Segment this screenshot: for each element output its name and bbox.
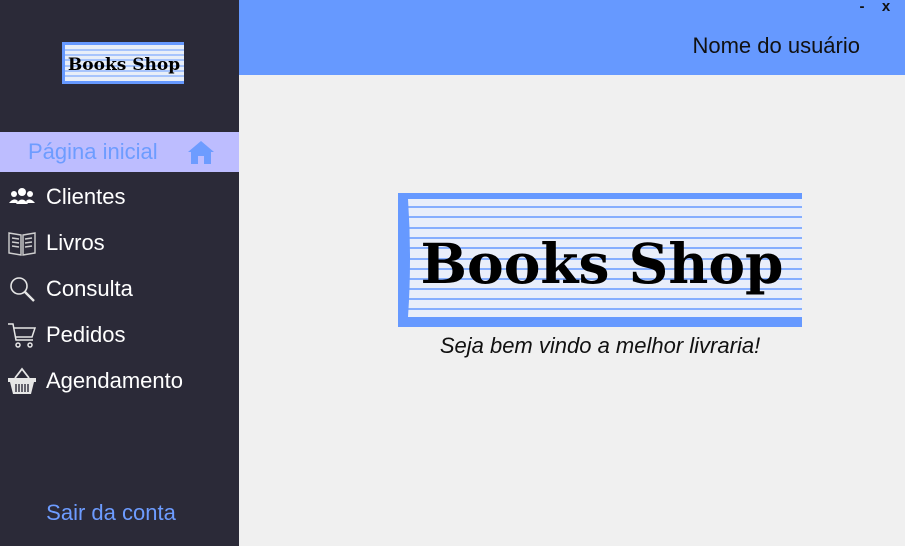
sidebar-item-label: Pedidos [46,322,126,347]
sidebar: Books Shop Página inicial Clientes Livro… [0,0,239,546]
home-icon [186,137,216,167]
cart-icon [7,320,37,350]
sidebar-item-pedidos[interactable]: Pedidos [0,315,239,355]
search-icon [7,274,37,304]
basket-icon [7,366,37,396]
app-logo-large: Books Shop [398,193,802,327]
sidebar-item-label: Livros [46,230,105,255]
logout-link[interactable]: Sair da conta [0,500,222,526]
app-logo-small: Books Shop [62,42,184,84]
minimize-button[interactable]: - [855,0,869,15]
welcome-message: Seja bem vindo a melhor livraria! [439,333,761,358]
sidebar-item-agendamento[interactable]: Agendamento [0,361,239,401]
header-bar: - x Nome do usuário [239,0,905,75]
sidebar-item-label: Clientes [46,184,126,209]
sidebar-item-clientes[interactable]: Clientes [0,177,239,217]
users-icon [7,182,37,212]
sidebar-item-livros[interactable]: Livros [0,223,239,263]
sidebar-item-label: Agendamento [46,368,183,393]
username-label: Nome do usuário [692,33,860,58]
book-icon [7,228,37,258]
close-button[interactable]: x [879,0,893,15]
app-logo-large-text: Books Shop [421,231,784,296]
sidebar-item-label: Página inicial [28,139,158,164]
app-logo-small-text: Books Shop [68,55,180,75]
sidebar-item-pagina-inicial[interactable]: Página inicial [0,132,239,172]
sidebar-item-consulta[interactable]: Consulta [0,269,239,309]
sidebar-item-label: Consulta [46,276,133,301]
